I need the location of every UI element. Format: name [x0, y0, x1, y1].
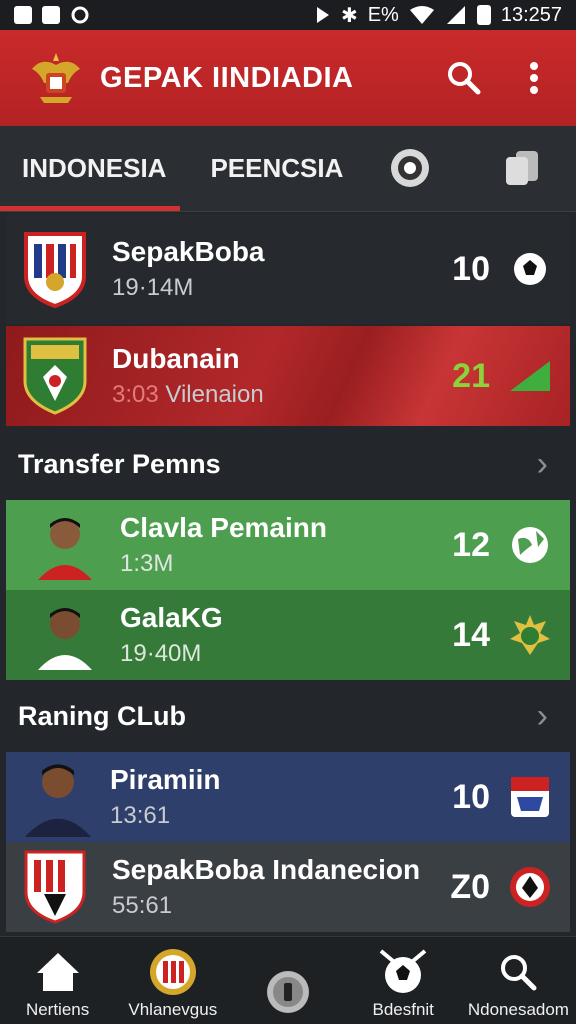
app-title: GEPAK IINDIADIA [100, 61, 354, 94]
list-item-sepakboba[interactable]: SepakBoba 19·14M 10 [6, 214, 570, 324]
section-header-transfer[interactable]: Transfer Pemns › [0, 430, 576, 498]
flag-status-icon [316, 7, 329, 23]
nav-item-home[interactable]: Nertiens [0, 937, 115, 1024]
home-icon [32, 946, 84, 998]
row-subtitle: Vilenaion [165, 381, 264, 408]
nav-label: Ndonesadom [467, 1000, 569, 1019]
section-title: Raning CLub [18, 700, 186, 731]
row-score: 10 [452, 777, 490, 816]
row-subtitle: 55:61 [112, 892, 173, 919]
row-title: Dubanain [112, 343, 240, 374]
row-score: 14 [452, 615, 490, 654]
shield-crest-icon [508, 865, 552, 909]
sync-icon [71, 6, 89, 24]
row-time: 3:03 [112, 381, 159, 408]
club-crest-icon [508, 613, 552, 657]
ball-badge-icon[interactable] [388, 146, 432, 190]
list-item-dubanain[interactable]: Dubanain 3:03 Vilenaion 21 [6, 326, 570, 426]
search-icon [492, 946, 544, 998]
chevron-right-icon[interactable]: › [537, 697, 548, 736]
signal-bars-icon [508, 354, 552, 398]
notification-icon [14, 6, 32, 24]
nav-label: Vhlanevgus [128, 1000, 218, 1019]
clock: 13:257 [500, 3, 562, 26]
avatar [24, 764, 92, 837]
row-title: SepakBoba Indanecion [112, 854, 421, 885]
row-score: Z0 [450, 867, 490, 906]
coin-icon [262, 966, 314, 1018]
gallery-icon [42, 6, 60, 24]
nav-item-search[interactable]: Ndonesadom [461, 937, 576, 1024]
tab-bar: INDONESIA PEENCSIA [0, 126, 576, 212]
club-badge-icon [22, 848, 88, 926]
section-title: Transfer Pemns [18, 448, 221, 479]
row-subtitle: 19·14M [112, 274, 194, 301]
nav-item-league[interactable]: Vhlanevgus [115, 937, 230, 1024]
row-subtitle: 13:61 [110, 802, 171, 829]
club-badge-surukl [22, 337, 88, 415]
row-title: Clavla Pemainn [120, 512, 327, 543]
club-badge-icon [22, 230, 88, 308]
tab-peencsia[interactable]: PEENCSIA [188, 126, 365, 211]
nav-label: Bdesfnit [372, 1000, 434, 1019]
nav-label: Nertiens [25, 1000, 90, 1019]
bottom-navigation: Nertiens Vhlanevgus Bdesfnit Ndonesadom [0, 936, 576, 1024]
list-item-piramiin[interactable]: Piramiin 13:61 10 [6, 752, 570, 842]
avatar [38, 518, 92, 580]
signal-icon [446, 6, 465, 24]
tab-indicator [0, 206, 180, 211]
list-item-clavla[interactable]: Clavla Pemainn 1:3M 12 [6, 500, 570, 590]
section-header-ranking[interactable]: Raning CLub › [0, 682, 576, 750]
ball-crest-icon [377, 946, 429, 998]
list-item-sepakboba-indanecion[interactable]: SepakBoba Indanecion 55:61 Z0 [6, 842, 570, 932]
league-crest-icon [147, 946, 199, 998]
row-title: SepakBoba [112, 236, 265, 267]
nav-item-ball[interactable]: Bdesfnit [346, 937, 461, 1024]
app-bar: GEPAK IINDIADIA [0, 30, 576, 126]
search-icon[interactable] [442, 56, 486, 100]
row-score: 10 [452, 249, 490, 288]
soccer-ball-icon [508, 247, 552, 291]
nav-item-center[interactable] [230, 937, 345, 1024]
battery-icon [476, 5, 491, 25]
row-title: Piramiin [110, 764, 221, 795]
battery-percent: E% [367, 3, 399, 26]
avatar [38, 608, 92, 670]
tab-indonesia[interactable]: INDONESIA [0, 126, 188, 211]
garuda-emblem-icon [26, 48, 86, 108]
row-score: 21 [452, 356, 490, 395]
chevron-right-icon[interactable]: › [537, 445, 548, 484]
list-item-galakg[interactable]: GalaKG 19·40M 14 [6, 590, 570, 680]
row-subtitle: 19·40M [120, 640, 202, 667]
status-bar: ✱ E% 13:257 [0, 0, 576, 30]
row-score: 12 [452, 525, 490, 564]
flag-crest-icon [508, 775, 552, 819]
row-subtitle: 1:3M [120, 550, 174, 577]
wifi-icon [409, 6, 434, 24]
globe-ball-icon [508, 523, 552, 567]
row-title: GalaKG [120, 602, 223, 633]
bluetooth-icon: ✱ [340, 4, 358, 27]
more-vert-icon[interactable] [512, 56, 556, 100]
cards-icon[interactable] [500, 146, 544, 190]
